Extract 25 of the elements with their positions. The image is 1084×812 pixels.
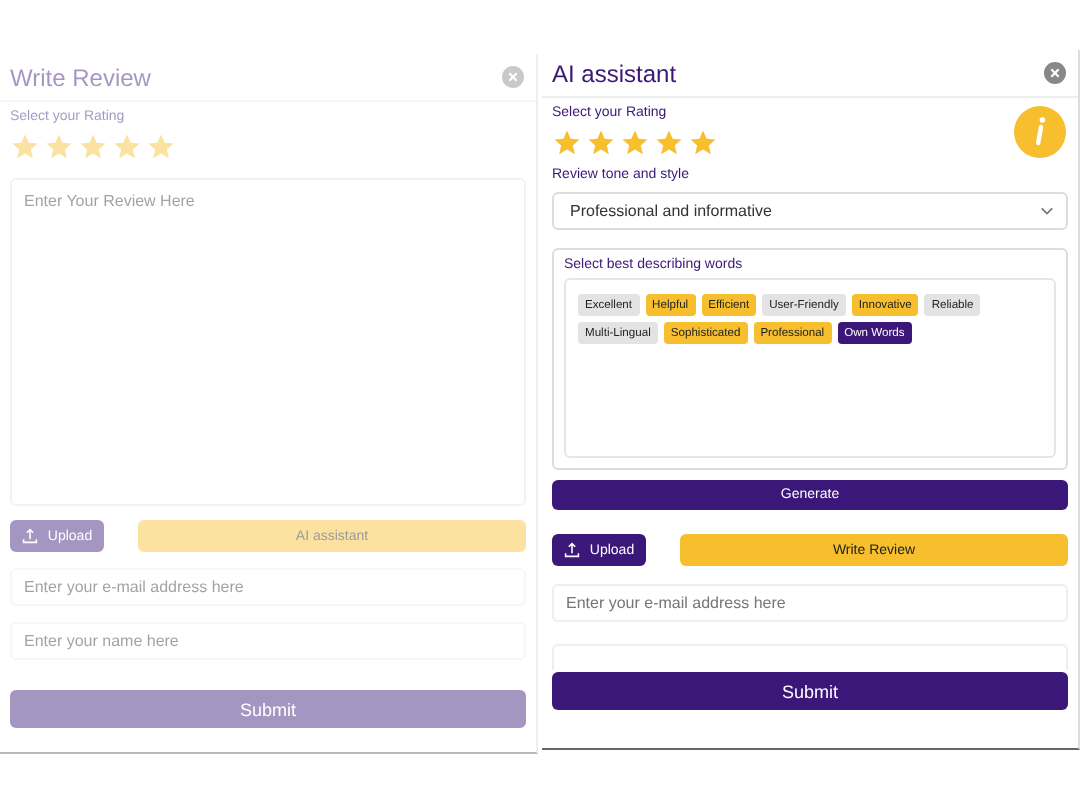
star-icon[interactable]: [586, 128, 616, 158]
panel-title: Write Review: [10, 63, 151, 91]
star-icon[interactable]: [44, 132, 74, 162]
star-icon[interactable]: [112, 132, 142, 162]
chevron-icon: [1040, 206, 1054, 216]
star-icon[interactable]: [620, 128, 650, 158]
review-field[interactable]: Enter Your Review Here: [10, 178, 526, 506]
tone-dropdown[interactable]: Professional and informative: [552, 192, 1068, 230]
star-icon[interactable]: [654, 128, 684, 158]
star-icon[interactable]: [78, 132, 108, 162]
info-icon[interactable]: [1014, 106, 1066, 158]
submit-button[interactable]: Submit: [552, 672, 1068, 710]
close-icon[interactable]: [502, 66, 524, 88]
upload-icon: [21, 528, 38, 544]
email-field[interactable]: Enter your e-mail address here: [10, 568, 526, 606]
star-icon[interactable]: [688, 128, 718, 158]
panel-title: AI assistant: [552, 59, 677, 87]
name-field[interactable]: [552, 644, 1068, 670]
star-icon[interactable]: [146, 132, 176, 162]
email-field[interactable]: Enter your e-mail address here: [552, 584, 1068, 622]
close-icon[interactable]: [1044, 62, 1066, 84]
star-icon[interactable]: [10, 132, 40, 162]
upload-icon: [563, 542, 580, 558]
star-icon[interactable]: [552, 128, 582, 158]
name-field[interactable]: Enter your name here: [10, 622, 526, 660]
